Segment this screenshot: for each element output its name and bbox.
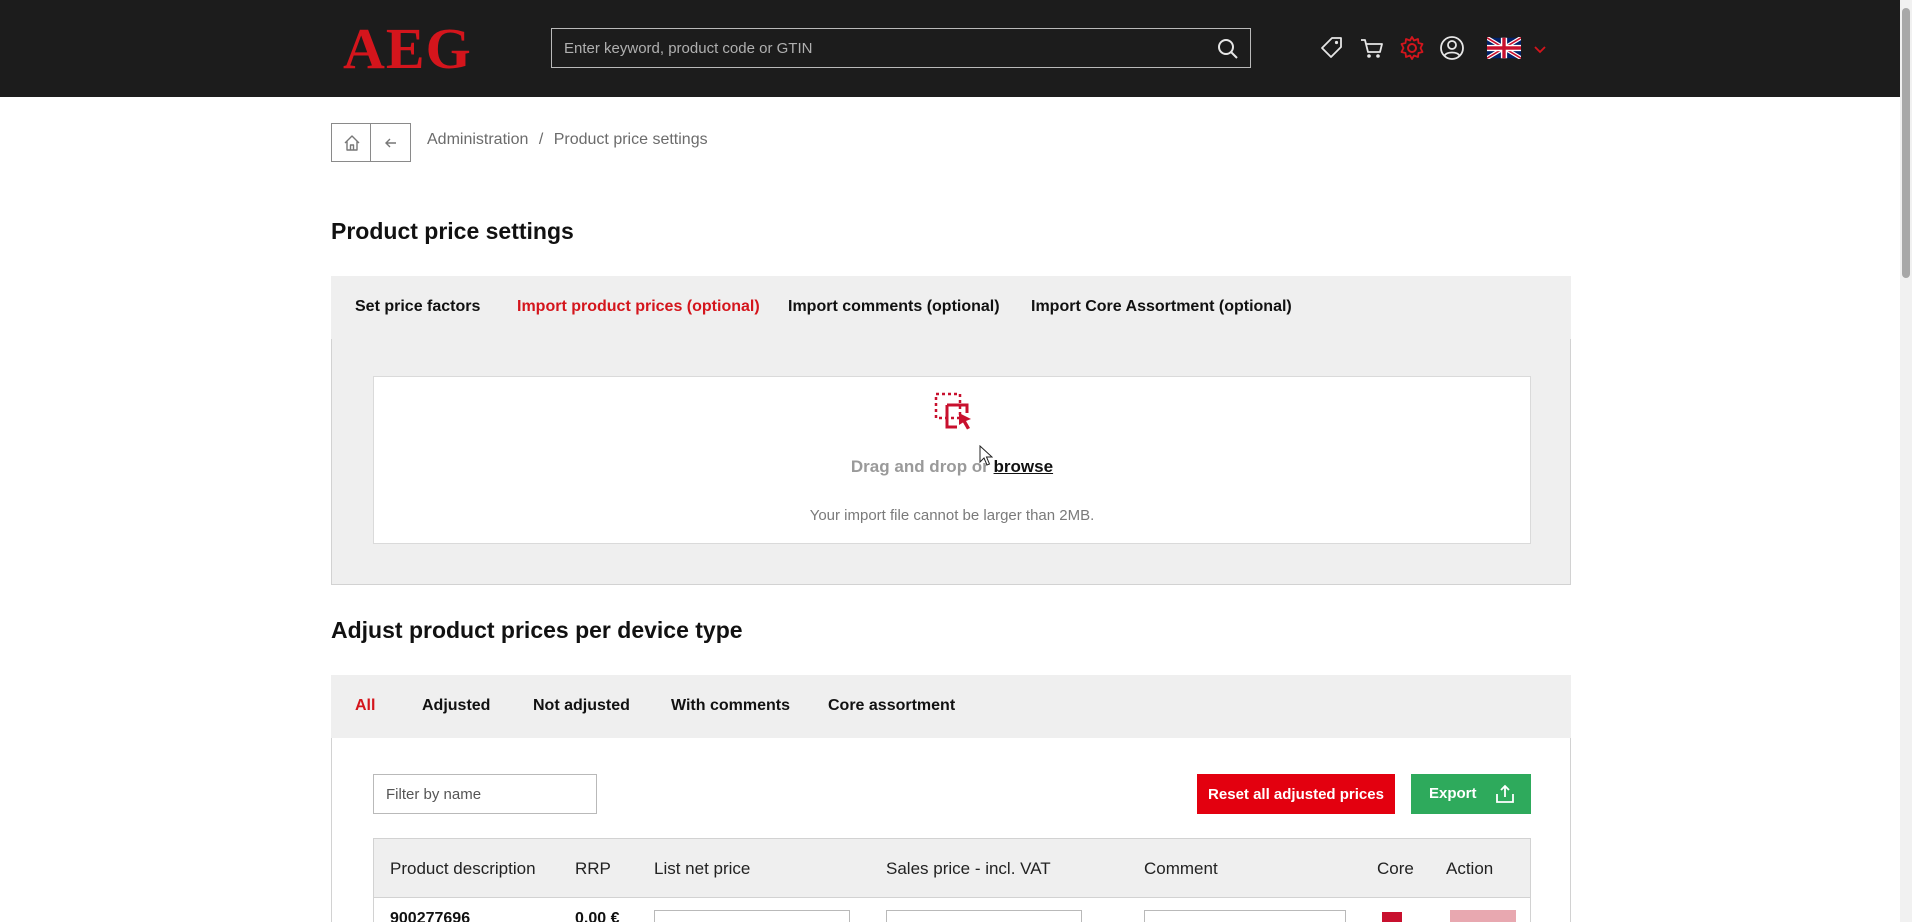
top-header: AEG xyxy=(0,0,1900,97)
export-button[interactable]: Export xyxy=(1411,774,1531,814)
page-title: Product price settings xyxy=(331,218,574,244)
column-header-sales-price: Sales price - incl. VAT xyxy=(886,859,1051,878)
core-checkbox[interactable] xyxy=(1382,912,1402,922)
table-row: 900277696 0,00 € xyxy=(373,898,1531,922)
chevron-down-icon[interactable] xyxy=(1532,42,1548,56)
row-action-button[interactable] xyxy=(1450,910,1516,922)
product-description-cell: 900277696 xyxy=(390,910,471,922)
tag-icon[interactable] xyxy=(1318,34,1346,62)
sales-price-input[interactable] xyxy=(886,910,1082,922)
filter-tabs: All Adjusted Not adjusted With comments … xyxy=(331,675,1571,739)
drop-instructions: Drag and drop or browse xyxy=(374,457,1530,477)
rrp-cell: 0,00 € xyxy=(575,910,620,922)
import-tabs: Set price factors Import product prices … xyxy=(331,276,1571,340)
uk-flag-icon[interactable] xyxy=(1487,37,1521,59)
user-icon[interactable] xyxy=(1438,34,1466,62)
cart-icon[interactable] xyxy=(1358,34,1386,62)
home-button[interactable] xyxy=(331,123,372,162)
browse-link[interactable]: browse xyxy=(994,457,1054,476)
aeg-logo[interactable]: AEG xyxy=(343,20,472,78)
comment-input[interactable] xyxy=(1144,910,1346,922)
search-box xyxy=(551,28,1251,68)
tab-set-price-factors[interactable]: Set price factors xyxy=(355,298,480,316)
column-header-list-net-price: List net price xyxy=(654,859,751,878)
page-scrollbar[interactable] xyxy=(1900,0,1912,922)
gear-icon[interactable] xyxy=(1398,34,1426,62)
tab-import-product-prices[interactable]: Import product prices (optional) xyxy=(517,298,760,316)
column-header-comment: Comment xyxy=(1144,859,1218,878)
reset-prices-button[interactable]: Reset all adjusted prices xyxy=(1197,774,1395,814)
file-size-note: Your import file cannot be larger than 2… xyxy=(809,507,1095,524)
drop-text: Drag and drop or xyxy=(850,457,989,476)
column-header-rrp: RRP xyxy=(575,859,611,878)
file-dropzone[interactable]: Drag and drop or browse Your import file… xyxy=(373,376,1531,544)
back-button[interactable] xyxy=(370,123,411,162)
scrollbar-thumb[interactable] xyxy=(1902,8,1910,278)
column-header-product-description: Product description xyxy=(390,859,536,878)
import-panel: Drag and drop or browse Your import file… xyxy=(331,339,1571,585)
column-header-core: Core xyxy=(1377,859,1414,878)
breadcrumb-item-administration[interactable]: Administration xyxy=(427,131,528,148)
table-header: Product description RRP List net price S… xyxy=(373,838,1531,898)
export-label: Export xyxy=(1429,785,1477,802)
mouse-cursor-icon xyxy=(979,445,993,466)
breadcrumb-separator: / xyxy=(538,131,544,148)
tab-adjusted[interactable]: Adjusted xyxy=(422,697,490,715)
breadcrumb-item-current: Product price settings xyxy=(553,131,708,148)
section-title: Adjust product prices per device type xyxy=(331,617,743,643)
filter-by-name-input[interactable] xyxy=(373,774,597,814)
home-icon xyxy=(344,135,360,151)
list-net-price-input[interactable] xyxy=(654,910,850,922)
search-icon[interactable] xyxy=(1216,37,1240,61)
tab-core-assortment[interactable]: Core assortment xyxy=(828,697,955,715)
tab-with-comments[interactable]: With comments xyxy=(671,697,790,715)
tab-all[interactable]: All xyxy=(355,697,375,715)
arrow-left-icon xyxy=(385,138,396,148)
prices-panel: Reset all adjusted prices Export Product… xyxy=(331,738,1571,922)
drag-drop-icon xyxy=(934,392,971,430)
tab-import-core-assortment[interactable]: Import Core Assortment (optional) xyxy=(1031,298,1292,316)
search-input[interactable] xyxy=(552,29,1192,67)
column-header-action: Action xyxy=(1446,859,1494,878)
tab-import-comments[interactable]: Import comments (optional) xyxy=(788,298,1000,316)
tab-not-adjusted[interactable]: Not adjusted xyxy=(533,697,630,715)
upload-icon xyxy=(1496,784,1514,803)
breadcrumb: Administration / Product price settings xyxy=(427,131,714,149)
